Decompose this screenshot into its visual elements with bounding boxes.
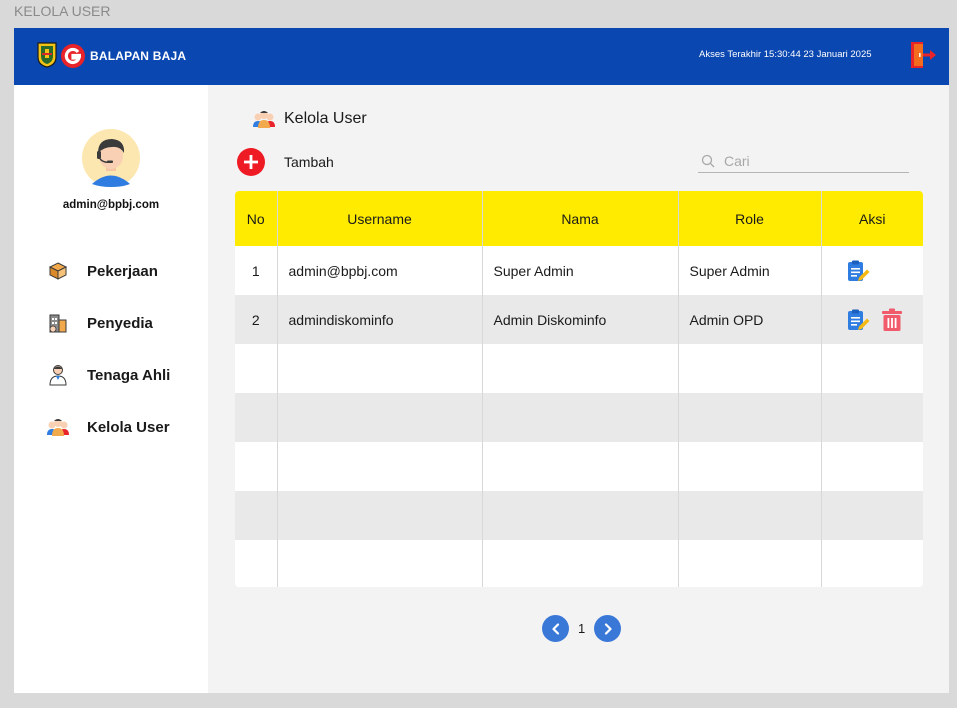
table-row: 1 admin@bpbj.com Super Admin Super Admin [235,246,923,295]
pagination: 1 [542,615,622,642]
cell-nama: Super Admin [482,246,679,295]
sidebar-item-tenaga-ahli[interactable]: Tenaga Ahli [44,360,194,390]
table-row-empty [235,442,923,491]
box-icon [44,260,72,282]
sidebar-item-kelola-user[interactable]: Kelola User [44,412,194,442]
column-header-username: Username [277,191,483,246]
user-email: admin@bpbj.com [62,199,160,211]
table-row-empty [235,491,923,540]
table-row: 2 admindiskominfo Admin Diskominfo Admin… [235,295,923,344]
sidebar-item-label: Penyedia [87,314,153,332]
current-page-number: 1 [578,621,586,636]
cell-username: admindiskominfo [277,295,483,344]
expert-icon [44,364,72,386]
brand-name: BALAPAN BAJA [90,49,187,63]
cell-actions [821,246,923,295]
page-title-text: Kelola User [284,110,367,127]
next-page-button[interactable] [594,615,622,642]
sidebar-item-label: Tenaga Ahli [87,366,171,384]
table-row-empty [235,540,923,587]
search-icon [701,154,715,168]
column-header-role: Role [678,191,822,246]
top-bar: BALAPAN BAJA Akses Terakhir 15:30:44 23 … [14,28,949,85]
user-table: No Username Nama Role Aksi 1 admin@bpbj.… [235,191,923,587]
avatar [82,129,140,187]
cell-no: 1 [235,246,278,295]
app-window: BALAPAN BAJA Akses Terakhir 15:30:44 23 … [14,28,949,693]
sidebar-item-label: Pekerjaan [87,262,158,280]
table-row-empty [235,344,923,393]
cell-no: 2 [235,295,278,344]
chevron-left-icon [551,622,559,635]
edit-icon[interactable] [845,307,871,333]
search-box [698,150,909,173]
sidebar-item-penyedia[interactable]: Penyedia [44,308,194,338]
search-input[interactable] [724,153,894,169]
trash-icon[interactable] [879,307,905,333]
add-user-button[interactable] [237,148,265,176]
sidebar-item-label: Kelola User [87,418,170,436]
building-icon [44,312,72,334]
window-caption: KELOLA USER [14,3,111,19]
plus-icon [244,155,258,169]
cell-nama: Admin Diskominfo [482,295,679,344]
app-logo-icon [61,44,85,68]
chevron-right-icon [604,622,612,635]
cell-role: Admin OPD [678,295,822,344]
column-header-no: No [235,191,278,246]
users-icon [253,111,275,128]
users-icon [44,416,72,438]
column-header-aksi: Aksi [821,191,923,246]
last-access-text: Akses Terakhir 15:30:44 23 Januari 2025 [699,49,872,60]
table-header-row: No Username Nama Role Aksi [235,191,923,246]
cell-role: Super Admin [678,246,822,295]
emblem-logo-icon [37,42,57,68]
column-header-nama: Nama [482,191,679,246]
edit-icon[interactable] [845,258,871,284]
cell-username: admin@bpbj.com [277,246,483,295]
logout-icon[interactable] [908,40,938,70]
sidebar: admin@bpbj.com Pekerjaan Penyedia Tenaga… [14,85,208,693]
prev-page-button[interactable] [542,615,569,642]
sidebar-item-pekerjaan[interactable]: Pekerjaan [44,256,194,286]
table-row-empty [235,393,923,442]
page-title: Kelola User [252,108,367,130]
add-user-label[interactable]: Tambah [284,154,334,170]
cell-actions [821,295,923,344]
